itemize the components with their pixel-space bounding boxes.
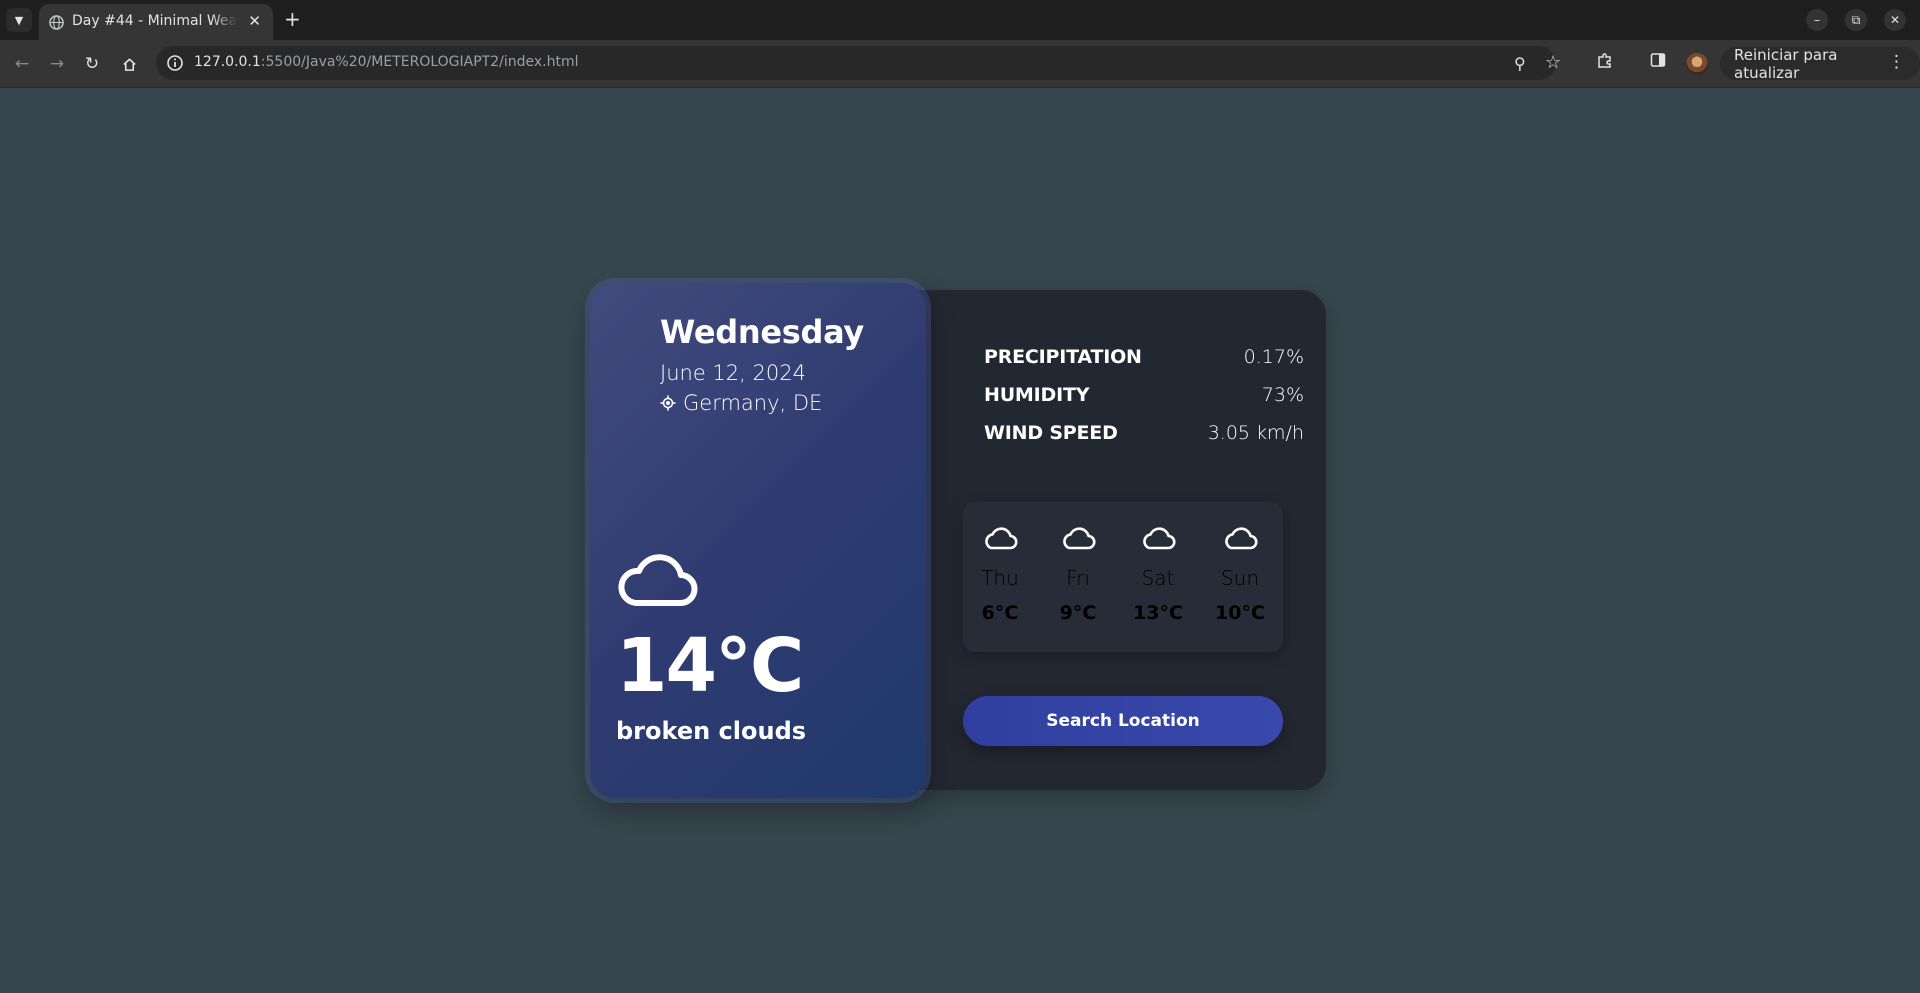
today-info: Wednesday June 12, 2024 Germany, DE bbox=[660, 313, 864, 415]
forecast-temp: 13°C bbox=[1133, 602, 1183, 624]
detail-row-wind-speed: WIND SPEED 3.05 km/h bbox=[984, 414, 1304, 452]
detail-label: WIND SPEED bbox=[984, 422, 1118, 444]
today-panel: Wednesday June 12, 2024 Germany, DE 14°C… bbox=[590, 283, 926, 798]
back-icon[interactable]: ← bbox=[11, 53, 33, 75]
today-weather: 14°C broken clouds bbox=[616, 545, 806, 745]
zoom-icon[interactable]: ⚲ bbox=[1514, 54, 1526, 73]
globe-icon bbox=[49, 15, 64, 30]
forecast-temp: 6°C bbox=[981, 602, 1019, 624]
cloud-icon bbox=[1143, 527, 1176, 550]
cloud-icon bbox=[1225, 527, 1258, 550]
home-icon[interactable] bbox=[118, 53, 140, 75]
forward-icon[interactable]: → bbox=[46, 53, 68, 75]
detail-value: 73% bbox=[1261, 384, 1304, 406]
weather-description: broken clouds bbox=[616, 717, 807, 745]
current-date: June 12, 2024 bbox=[660, 361, 806, 385]
close-window-icon[interactable]: ✕ bbox=[1884, 9, 1906, 31]
cloud-icon bbox=[618, 554, 698, 606]
forecast-day: Fri 9°C bbox=[1048, 524, 1108, 624]
forecast-day-name: Sat bbox=[1141, 566, 1175, 590]
weather-details: PRECIPITATION 0.17% HUMIDITY 73% WIND SP… bbox=[984, 338, 1304, 452]
detail-label: PRECIPITATION bbox=[984, 346, 1142, 368]
forecast-day-name: Fri bbox=[1066, 566, 1090, 590]
detail-label: HUMIDITY bbox=[984, 384, 1090, 406]
browser-tab-bar: ▼ Day #44 - Minimal Weather App ✕ + – ⧉ … bbox=[0, 0, 1920, 40]
site-info-icon[interactable] bbox=[166, 54, 184, 72]
forecast-temp: 10°C bbox=[1215, 602, 1265, 624]
profile-avatar[interactable] bbox=[1686, 53, 1708, 75]
location: Germany, DE bbox=[660, 391, 864, 415]
tab-search-chevron-icon[interactable]: ▼ bbox=[6, 8, 32, 32]
cloud-icon bbox=[985, 527, 1018, 550]
forecast-list: Thu 6°C Fri 9°C Sat 13°C Sun 10°C bbox=[963, 502, 1283, 652]
detail-row-precipitation: PRECIPITATION 0.17% bbox=[984, 338, 1304, 376]
address-bar[interactable]: 127.0.0.1:5500/Java%20/METEROLOGIAPT2/in… bbox=[156, 46, 1561, 80]
detail-value: 3.05 km/h bbox=[1207, 422, 1304, 444]
bookmark-star-icon[interactable]: ☆ bbox=[1545, 52, 1561, 73]
more-menu-icon[interactable]: ⋮ bbox=[1888, 52, 1905, 72]
side-panel-icon[interactable] bbox=[1650, 52, 1666, 72]
forecast-temp: 9°C bbox=[1059, 602, 1097, 624]
location-text: Germany, DE bbox=[683, 391, 823, 415]
browser-tab[interactable]: Day #44 - Minimal Weather App ✕ bbox=[39, 4, 273, 40]
url-text: 127.0.0.1:5500/Java%20/METEROLOGIAPT2/in… bbox=[194, 54, 579, 70]
day-name: Wednesday bbox=[660, 313, 864, 351]
cloud-icon bbox=[1063, 527, 1096, 550]
new-tab-icon[interactable]: + bbox=[284, 7, 301, 31]
browser-toolbar: ← → ↻ 127.0.0.1:5500/Java%20/METEROLOGIA… bbox=[0, 40, 1920, 88]
forecast-day-name: Sun bbox=[1220, 566, 1260, 590]
forecast-day: Sun 10°C bbox=[1210, 524, 1270, 624]
extensions-icon[interactable] bbox=[1596, 52, 1614, 74]
detail-row-humidity: HUMIDITY 73% bbox=[984, 376, 1304, 414]
forecast-day: Sat 13°C bbox=[1128, 524, 1188, 624]
restore-icon[interactable]: ⧉ bbox=[1845, 9, 1867, 31]
forecast-day-name: Thu bbox=[981, 566, 1019, 590]
tab-title: Day #44 - Minimal Weather App bbox=[72, 13, 237, 29]
reload-icon[interactable]: ↻ bbox=[81, 53, 103, 75]
location-crosshair-icon bbox=[660, 395, 676, 411]
close-tab-icon[interactable]: ✕ bbox=[248, 12, 261, 30]
forecast-day: Thu 6°C bbox=[970, 524, 1030, 624]
minimize-icon[interactable]: – bbox=[1806, 9, 1828, 31]
search-location-button[interactable]: Search Location bbox=[963, 696, 1283, 746]
detail-value: 0.17% bbox=[1243, 346, 1304, 368]
current-temperature: 14°C bbox=[616, 623, 804, 709]
